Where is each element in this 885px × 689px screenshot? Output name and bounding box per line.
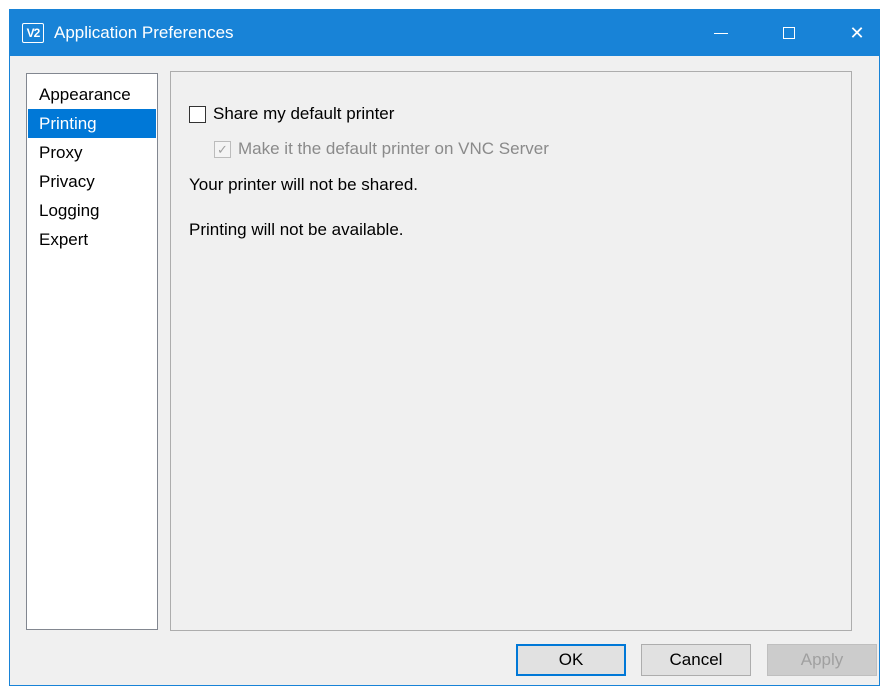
share-printer-option[interactable]: Share my default printer [189, 104, 394, 124]
make-default-printer-option: ✓ Make it the default printer on VNC Ser… [214, 139, 549, 159]
maximize-icon [783, 27, 795, 39]
close-icon: ✕ [849, 22, 865, 43]
minimize-button[interactable] [698, 10, 744, 56]
apply-button: Apply [767, 644, 877, 676]
minimize-icon [714, 32, 728, 34]
share-printer-checkbox[interactable] [189, 105, 206, 123]
window-title: Application Preferences [54, 23, 234, 42]
printer-share-status: Your printer will not be shared. [189, 175, 419, 194]
category-item-expert[interactable]: Expert [28, 225, 156, 254]
checkmark-icon: ✓ [217, 141, 228, 157]
category-item-logging[interactable]: Logging [28, 196, 156, 225]
cancel-button[interactable]: Cancel [641, 644, 751, 676]
title-bar[interactable]: V2 Application Preferences ✕ [10, 10, 879, 56]
category-item-privacy[interactable]: Privacy [28, 167, 156, 196]
make-default-printer-label: Make it the default printer on VNC Serve… [238, 139, 549, 158]
category-item-proxy[interactable]: Proxy [28, 138, 156, 167]
category-item-printing[interactable]: Printing [28, 109, 156, 138]
maximize-button[interactable] [766, 10, 812, 56]
printing-settings-panel: Share my default printer ✓ Make it the d… [170, 71, 852, 631]
preferences-window: V2 Application Preferences ✕ Appearance … [9, 9, 880, 686]
make-default-printer-checkbox: ✓ [214, 140, 231, 158]
share-printer-label: Share my default printer [213, 104, 395, 123]
close-button[interactable]: ✕ [834, 10, 880, 56]
printing-availability-status: Printing will not be available. [189, 220, 404, 239]
category-item-appearance[interactable]: Appearance [28, 80, 156, 109]
app-logo-icon: V2 [22, 23, 44, 43]
ok-button[interactable]: OK [516, 644, 626, 676]
category-list[interactable]: Appearance Printing Proxy Privacy Loggin… [26, 73, 158, 630]
